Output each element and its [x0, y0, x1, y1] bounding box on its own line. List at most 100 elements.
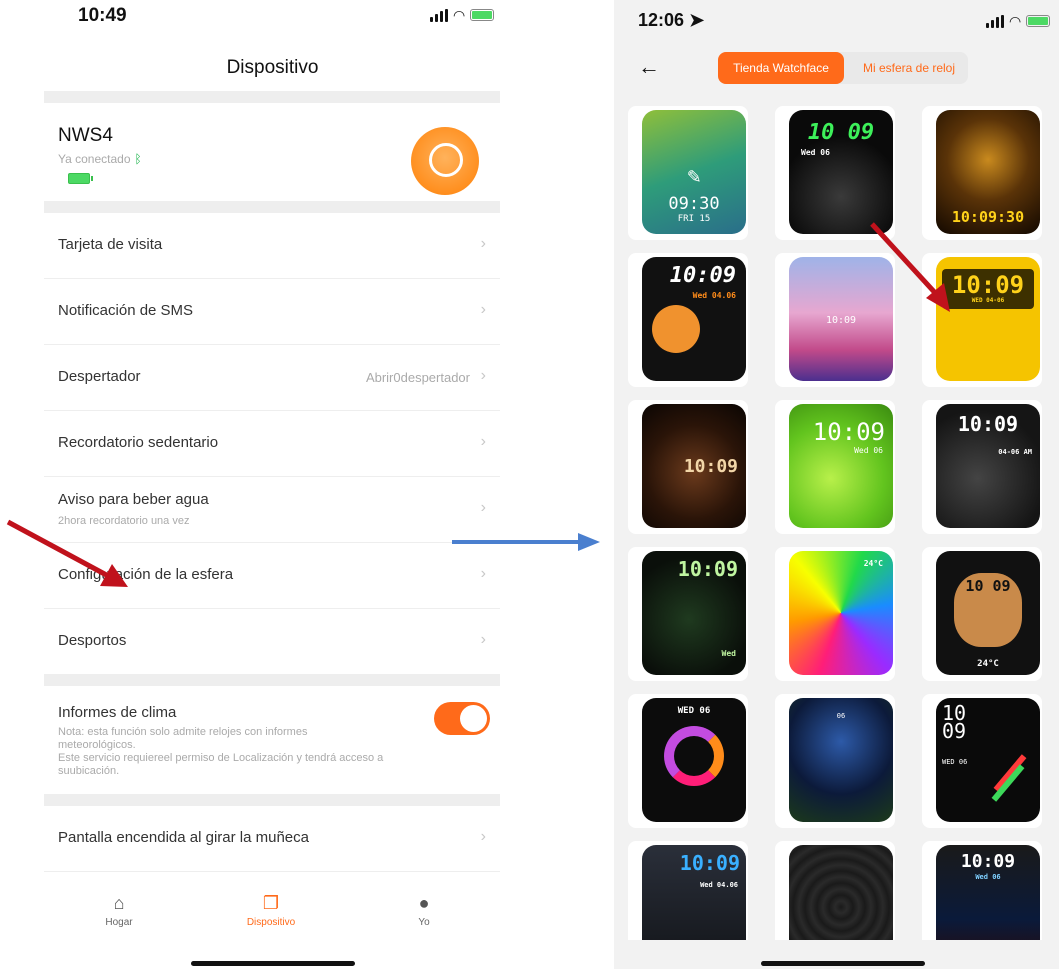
watchface-card[interactable]: 10 09 Wed 06 — [775, 106, 895, 240]
home-indicator — [761, 961, 925, 966]
settings-menu-bottom: Pantalla encendida al girar la muñeca › — [44, 806, 500, 872]
watchface-preview: 10:09 Wed 04.06 — [642, 257, 746, 381]
watchface-preview: 10:09 — [789, 257, 893, 381]
chevron-right-icon: › — [480, 565, 486, 582]
system-icons: ◠ — [986, 14, 1051, 28]
watchface-date: FRI 15 — [677, 214, 711, 224]
watchface-preview: 10 09 24°C — [936, 551, 1040, 675]
menu-item-label: Aviso para beber agua — [58, 491, 209, 508]
watchface-preview: 10:09 — [642, 404, 746, 528]
watchface-date: Wed 04.06 — [692, 291, 736, 300]
menu-item-business-card[interactable]: Tarjeta de visita › — [44, 213, 500, 279]
watchface-card[interactable]: ✎ 09:30 FRI 15 — [628, 106, 748, 240]
status-time-text: 12:06 — [638, 10, 685, 30]
watchface-time: 10:09:30 — [951, 208, 1025, 226]
menu-item-label: Pantalla encendida al girar la muñeca — [58, 829, 309, 846]
chevron-right-icon: › — [480, 301, 486, 318]
watchface-time: 10:09 — [677, 557, 738, 581]
menu-item-label: Tarjeta de visita — [58, 236, 163, 253]
watchface-time: 10:09 — [812, 418, 885, 446]
tab-my-watchfaces[interactable]: Mi esfera de reloj — [850, 52, 968, 84]
tab-bar: ⌂ Hogar ❐ Dispositivo ● Yo — [44, 884, 500, 944]
watchface-preview: WED 06 — [642, 698, 746, 822]
menu-item-label: Recordatorio sedentario — [58, 434, 219, 451]
tab-label: Yo — [418, 917, 430, 928]
watchface-card[interactable]: 10:09:30 — [922, 106, 1042, 240]
menu-item-label: Desportos — [58, 632, 127, 649]
watchface-card[interactable]: 10:09 Wed 06 — [775, 400, 895, 534]
watchface-card[interactable] — [775, 841, 895, 940]
status-bar: 10:49 ◠ — [0, 0, 545, 36]
watchface-card[interactable]: 10:09 Wed — [628, 547, 748, 681]
watchface-time: 10:09 — [960, 851, 1016, 872]
edit-pencil-icon: ✎ — [687, 164, 701, 189]
watchface-store-screen: 12:06 ➤ ◠ ← Tienda Watchface Mi esfera d… — [614, 0, 1059, 969]
device-name: NWS4 — [58, 125, 113, 146]
status-time: 10:49 — [78, 5, 127, 26]
watchface-preview: 06 — [789, 698, 893, 822]
person-icon: ● — [418, 893, 430, 913]
watchface-card[interactable]: WED 06 — [628, 694, 748, 828]
watchface-time: 10 09 — [965, 577, 1011, 595]
watchface-card[interactable]: 06 — [775, 694, 895, 828]
watchface-card[interactable]: 10:09 — [628, 400, 748, 534]
watchface-card[interactable]: 10:09 WED 04-06 — [922, 253, 1042, 387]
menu-item-sedentary-reminder[interactable]: Recordatorio sedentario › — [44, 411, 500, 477]
weather-toggle[interactable] — [434, 702, 490, 735]
watchface-card[interactable]: 10:09 04-06 AM — [922, 400, 1042, 534]
watchface-grid: ✎ 09:30 FRI 15 10 09 Wed 06 10:09:30 10:… — [628, 106, 1059, 940]
watchface-preview: 10:09 Wed 06 — [936, 845, 1040, 940]
watchface-card[interactable]: 10:09 — [775, 253, 895, 387]
weather-reports-row: Informes de clima Nota: esta función sol… — [44, 686, 500, 794]
weather-note: Nota: esta función solo admite relojes c… — [58, 726, 384, 777]
watchface-preview: 10 09 WED 06 — [936, 698, 1040, 822]
menu-item-watchface-settings[interactable]: Configuración de la esfera › — [44, 543, 500, 609]
watchface-card[interactable]: 24°C — [775, 547, 895, 681]
watchface-time: 10:09 — [683, 456, 738, 477]
device-card[interactable]: NWS4 Ya conectado ᛒ — [44, 103, 500, 201]
back-arrow-icon[interactable]: ← — [638, 54, 660, 80]
cat-illustration — [652, 305, 700, 353]
chevron-right-icon: › — [480, 433, 486, 450]
menu-item-sms-notification[interactable]: Notificación de SMS › — [44, 279, 500, 345]
weather-title: Informes de clima — [58, 704, 177, 721]
device-battery-icon — [68, 173, 93, 184]
watchface-time: 09:30 — [668, 194, 720, 214]
location-arrow-icon: ➤ — [689, 10, 705, 30]
watchface-date: Wed — [721, 649, 736, 658]
signal-icon — [986, 14, 1004, 28]
segmented-control: Tienda Watchface Mi esfera de reloj — [718, 52, 968, 84]
watchface-time: 10:09 — [669, 263, 736, 288]
chevron-right-icon: › — [480, 367, 486, 384]
chevron-right-icon: › — [480, 499, 486, 516]
watchface-card[interactable]: 10 09 WED 06 — [922, 694, 1042, 828]
watchface-card[interactable]: 10:09 Wed 04.06 — [628, 253, 748, 387]
page-title: Dispositivo — [226, 57, 319, 78]
tab-me[interactable]: ● Yo — [364, 892, 484, 928]
watchface-preview: 24°C — [789, 551, 893, 675]
watchface-preview: 10:09 WED 04-06 — [936, 257, 1040, 381]
menu-item-raise-to-wake[interactable]: Pantalla encendida al girar la muñeca › — [44, 806, 500, 872]
watchface-preview — [789, 845, 893, 940]
tab-home[interactable]: ⌂ Hogar — [59, 892, 179, 928]
bluetooth-icon: ᛒ — [134, 152, 142, 166]
watchface-card[interactable]: 10 09 24°C — [922, 547, 1042, 681]
watch-avatar — [411, 127, 479, 195]
watchface-preview: 10:09 Wed 06 — [789, 404, 893, 528]
divider — [44, 674, 500, 686]
home-indicator — [191, 961, 355, 966]
menu-item-drink-water[interactable]: Aviso para beber agua 2hora recordatorio… — [44, 477, 500, 543]
tab-watchface-store[interactable]: Tienda Watchface — [718, 52, 844, 84]
connection-status-text: Ya conectado — [58, 152, 131, 166]
watchface-time: 10 09 — [807, 120, 875, 145]
watchface-time: 10:09 — [951, 271, 1025, 299]
watchface-date: 04-06 AM — [998, 448, 1032, 456]
watchface-card[interactable]: 10:09 Wed 06 — [922, 841, 1042, 940]
menu-item-alarm[interactable]: Despertador Abrir0despertador › — [44, 345, 500, 411]
menu-item-sports[interactable]: Desportos › — [44, 609, 500, 675]
tab-device[interactable]: ❐ Dispositivo — [211, 892, 331, 928]
device-screen: 10:49 ◠ Dispositivo NWS4 Ya conectado ᛒ T… — [0, 0, 545, 969]
watchface-card[interactable]: 10:09 Wed 04.06 — [628, 841, 748, 940]
watchface-date: Wed 06 — [854, 446, 883, 455]
watchface-preview: 10:09 Wed 04.06 — [642, 845, 746, 940]
